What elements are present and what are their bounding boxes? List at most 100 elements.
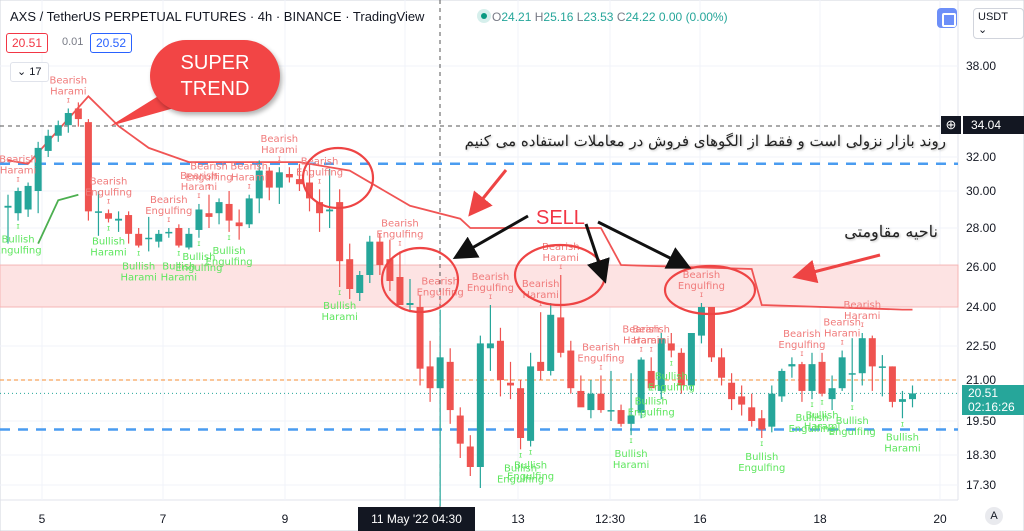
candle-body: [597, 393, 605, 411]
pattern-label: Bearish: [683, 270, 721, 281]
open-value: 24.21: [501, 10, 532, 24]
market-status-icon[interactable]: [477, 9, 491, 23]
candle-body: [295, 179, 303, 185]
pattern-label: Bullish: [806, 410, 839, 421]
pattern-label: Engulfing: [778, 340, 825, 351]
pattern-label: Bearish: [472, 272, 510, 283]
candle-body: [396, 277, 404, 305]
time-tick: 9: [281, 512, 289, 526]
candle-body: [778, 370, 786, 397]
candle-body: [697, 307, 705, 336]
candle-body: [858, 338, 866, 374]
pattern-label: Engulfing: [829, 427, 876, 438]
spread-value: 0.01: [62, 36, 84, 48]
trend-annotation: روند بازار نزولی است و فقط از الگوهای فر…: [464, 132, 946, 150]
pattern-label: Engulfing: [145, 206, 192, 217]
pattern-label: Harami: [90, 247, 126, 258]
candle-body: [155, 233, 163, 242]
high-value: 25.16: [543, 10, 574, 24]
candle-body: [486, 343, 494, 349]
candle-body: [44, 135, 52, 151]
pattern-marker: ɪ: [630, 436, 633, 445]
candle-body: [868, 338, 876, 367]
candle-body: [577, 390, 585, 408]
candle-body: [537, 361, 545, 371]
candle-body: [798, 364, 806, 391]
candle-body: [456, 415, 464, 444]
auto-scale-button[interactable]: A: [985, 507, 1003, 525]
candle-body: [557, 317, 565, 353]
bar-countdown: 02:16:26: [968, 400, 1015, 414]
indicators-toggle[interactable]: ⌄ 17: [10, 62, 49, 82]
pattern-label: Bearish: [150, 195, 188, 206]
pattern-label: Bearish: [0, 155, 37, 166]
candle-body: [517, 388, 525, 438]
pattern-label: Harami: [633, 335, 669, 346]
callout-line-1: SUPER: [180, 52, 250, 74]
candle-body: [285, 174, 293, 178]
pattern-label: Bullish: [213, 246, 246, 257]
pattern-marker: ɪ: [228, 233, 231, 242]
candle-body: [275, 172, 283, 188]
pattern-marker: ɪ: [760, 439, 763, 448]
candle-body: [165, 231, 173, 234]
price-tick: 22.50: [966, 339, 997, 353]
sell-annotation: SELL: [536, 207, 585, 229]
candle-body: [225, 203, 233, 221]
crosshair-time-label: 11 May '22 04:30: [358, 507, 475, 531]
candle-body: [94, 211, 102, 213]
pattern-label: Harami: [120, 273, 156, 284]
pattern-marker: ɪ: [137, 249, 140, 258]
pattern-marker: ɪ: [338, 288, 341, 297]
pattern-marker: ɪ: [821, 397, 824, 406]
pattern-label: Engulfing: [185, 173, 232, 184]
candle-body: [4, 205, 12, 208]
candle-body: [476, 343, 484, 467]
open-label: O: [492, 10, 502, 24]
pattern-label: Bullish: [323, 301, 356, 312]
candle-body: [416, 307, 424, 369]
pattern-label: Engulfing: [376, 229, 423, 240]
pattern-label: Bearish: [421, 277, 459, 288]
buy-price-button[interactable]: 20.52: [90, 33, 133, 53]
candle-body: [24, 185, 32, 210]
pattern-label: Engulfing: [577, 353, 624, 364]
pattern-label: Harami: [261, 145, 297, 156]
pattern-label: Harami: [613, 460, 649, 471]
candle-body: [547, 314, 555, 371]
price-tick: 28.00: [966, 221, 997, 235]
candle-body: [185, 233, 193, 248]
pattern-label: Harami: [0, 166, 36, 177]
candle-body: [848, 373, 856, 375]
candle-body: [14, 191, 22, 214]
candle-body: [567, 350, 575, 389]
currency-select[interactable]: USDT ⌄: [973, 8, 1024, 39]
candle-body: [738, 396, 746, 405]
candle-body: [718, 357, 726, 378]
candle-body: [346, 259, 354, 289]
pattern-label: Engulfing: [0, 246, 42, 257]
pattern-label: Bearish: [843, 300, 881, 311]
indicator-count: 17: [29, 66, 42, 78]
pattern-label: Bullish: [92, 236, 125, 247]
price-tick: 24.00: [966, 300, 997, 314]
pattern-label: Engulfing: [738, 463, 785, 474]
pattern-label: Bearish: [230, 162, 268, 173]
pattern-label: Bearish: [381, 218, 419, 229]
candle-body: [74, 108, 82, 120]
sell-price-button[interactable]: 20.51: [6, 33, 49, 53]
candle-body: [687, 333, 695, 386]
chevron-down-icon: ⌄: [17, 66, 30, 78]
time-tick: 12:30: [594, 512, 626, 526]
price-tick: 32.00: [966, 150, 997, 164]
price-tick: 30.00: [966, 184, 997, 198]
candle-body: [195, 209, 203, 230]
pattern-label: Bullish: [836, 416, 869, 427]
ohlc-readout: O24.21 H25.16 L23.53 C24.22 0.00 (0.00%): [492, 10, 728, 24]
pattern-label: Bearish: [261, 134, 299, 145]
price-tick: 17.30: [966, 478, 997, 492]
fullscreen-icon[interactable]: [937, 8, 957, 28]
pattern-marker: ɪ: [811, 400, 814, 409]
pattern-marker: ɪ: [519, 450, 522, 459]
time-tick: 7: [159, 512, 167, 526]
